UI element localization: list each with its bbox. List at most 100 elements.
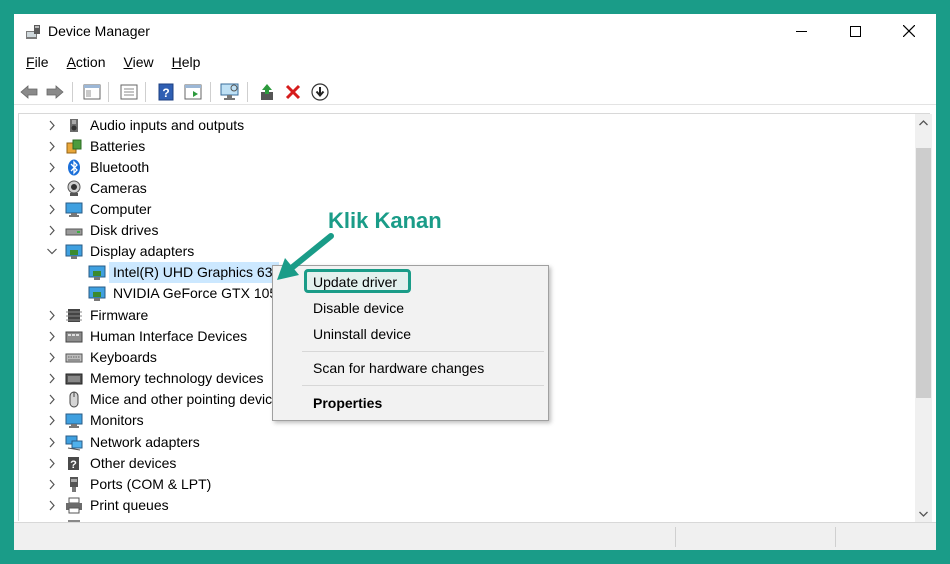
- menu-separator: [302, 351, 544, 352]
- toolbar-separator: [210, 82, 211, 102]
- uninstall-x-icon[interactable]: [282, 81, 304, 103]
- menu-view[interactable]: View: [115, 51, 163, 73]
- tree-item-label: Bluetooth: [90, 159, 150, 175]
- vertical-scrollbar[interactable]: [915, 114, 932, 522]
- chevron-right-icon[interactable]: [47, 373, 57, 384]
- tree-item-network[interactable]: Network adapters: [19, 432, 915, 453]
- disk-drive-icon: [65, 228, 83, 236]
- tree-item-computer[interactable]: Computer: [19, 199, 915, 220]
- chevron-right-icon[interactable]: [47, 204, 57, 215]
- firmware-icon: [66, 309, 82, 322]
- keyboard-icon: [65, 353, 83, 363]
- chevron-right-icon[interactable]: [47, 162, 57, 173]
- menu-uninstall-device[interactable]: Uninstall device: [313, 326, 411, 342]
- display-adapter-icon: [88, 265, 106, 280]
- chevron-right-icon[interactable]: [47, 500, 57, 511]
- chevron-right-icon[interactable]: [47, 458, 57, 469]
- annotation-arrow-icon: [277, 233, 334, 280]
- menu-scan-hardware[interactable]: Scan for hardware changes: [313, 360, 484, 376]
- svg-text:?: ?: [162, 86, 169, 100]
- chevron-right-icon[interactable]: [47, 394, 57, 405]
- show-hidden-icon[interactable]: [118, 81, 140, 103]
- menu-bar: File Action View Help: [14, 51, 936, 73]
- tree-item-label: Display adapters: [90, 243, 195, 259]
- chevron-right-icon[interactable]: [47, 225, 57, 236]
- memory-icon: [65, 373, 83, 385]
- display-adapter-icon: [88, 286, 106, 301]
- tree-item-cameras[interactable]: Cameras: [19, 178, 915, 199]
- tree-item-audio[interactable]: Audio inputs and outputs: [19, 115, 915, 136]
- tree-item-label: Batteries: [90, 138, 146, 154]
- speaker-icon: [70, 119, 78, 132]
- battery-icon: [66, 139, 82, 154]
- computer-icon: [65, 202, 83, 217]
- chevron-right-icon[interactable]: [47, 310, 57, 321]
- menu-properties[interactable]: Properties: [313, 395, 382, 411]
- display-adapter-icon: [65, 244, 83, 259]
- help-icon[interactable]: ?: [155, 81, 177, 103]
- update-driver-icon[interactable]: [256, 81, 278, 103]
- status-cell: [835, 527, 936, 547]
- tree-item-label: Keyboards: [90, 349, 157, 365]
- mouse-icon: [69, 391, 79, 408]
- tree-item-label: Memory technology devices: [90, 370, 264, 386]
- tree-item-label: Firmware: [90, 307, 149, 323]
- menu-action[interactable]: Action: [58, 51, 115, 73]
- menu-disable-device[interactable]: Disable device: [313, 300, 404, 316]
- svg-text:?: ?: [70, 459, 77, 471]
- teal-frame: Device Manager File Action View Help ? A…: [0, 0, 950, 564]
- tree-item-label: NVIDIA GeForce GTX 1050: [113, 285, 285, 301]
- tree-item-display-adapters[interactable]: Display adapters: [19, 241, 915, 262]
- scroll-up-arrow-icon[interactable]: [915, 114, 932, 131]
- tree-item-label: Monitors: [90, 412, 144, 428]
- tree-item-label: Other devices: [90, 455, 177, 471]
- tree-item-label: Cameras: [90, 180, 147, 196]
- tree-item-label: Intel(R) UHD Graphics 630: [113, 264, 281, 280]
- menu-separator: [302, 385, 544, 386]
- camera-icon: [67, 180, 81, 196]
- menu-help[interactable]: Help: [163, 51, 210, 73]
- forward-arrow-icon[interactable]: [44, 81, 66, 103]
- properties-panel-icon[interactable]: [81, 81, 103, 103]
- chevron-right-icon[interactable]: [47, 415, 57, 426]
- chevron-right-icon[interactable]: [47, 437, 57, 448]
- chevron-right-icon[interactable]: [47, 352, 57, 363]
- tree-item-ports[interactable]: Ports (COM & LPT): [19, 474, 915, 495]
- tree-item-label: Disk drives: [90, 222, 159, 238]
- tree-item-label: Print queues: [90, 497, 169, 513]
- chevron-right-icon[interactable]: [47, 183, 57, 194]
- unknown-device-icon: ?: [68, 457, 79, 471]
- tree-item-label: Computer: [90, 201, 152, 217]
- tree-item-disk-drives[interactable]: Disk drives: [19, 220, 915, 241]
- port-icon: [70, 477, 78, 492]
- minimize-button[interactable]: [778, 14, 824, 48]
- back-arrow-icon[interactable]: [18, 81, 40, 103]
- action-panel-icon[interactable]: [182, 81, 204, 103]
- chevron-right-icon[interactable]: [47, 120, 57, 131]
- chevron-right-icon[interactable]: [47, 479, 57, 490]
- scrollbar-thumb[interactable]: [916, 148, 931, 398]
- monitor-icon: [65, 413, 83, 428]
- hid-icon: [65, 331, 83, 343]
- network-icon: [65, 435, 83, 451]
- bluetooth-icon: [68, 159, 80, 176]
- maximize-button[interactable]: [832, 14, 878, 48]
- device-manager-window: Device Manager File Action View Help ? A…: [14, 14, 936, 550]
- chevron-right-icon[interactable]: [47, 331, 57, 342]
- tree-item-bluetooth[interactable]: Bluetooth: [19, 157, 915, 178]
- context-menu: Update driver Disable device Uninstall d…: [272, 265, 549, 421]
- download-circle-icon[interactable]: [309, 81, 331, 103]
- menu-file[interactable]: File: [14, 51, 58, 73]
- tree-item-print-queues[interactable]: Print queues: [19, 495, 915, 516]
- chevron-right-icon[interactable]: [47, 141, 57, 152]
- title-bar: Device Manager: [14, 14, 936, 48]
- close-button[interactable]: [886, 14, 932, 48]
- scroll-down-arrow-icon[interactable]: [915, 505, 932, 522]
- chevron-down-icon[interactable]: [47, 246, 57, 257]
- monitor-scan-icon[interactable]: [219, 81, 241, 103]
- tree-item-label: Mice and other pointing devices: [90, 391, 287, 407]
- tree-item-batteries[interactable]: Batteries: [19, 136, 915, 157]
- tree-item-label: Ports (COM & LPT): [90, 476, 212, 492]
- tree-item-other-devices[interactable]: ? Other devices: [19, 453, 915, 474]
- toolbar-separator: [108, 82, 109, 102]
